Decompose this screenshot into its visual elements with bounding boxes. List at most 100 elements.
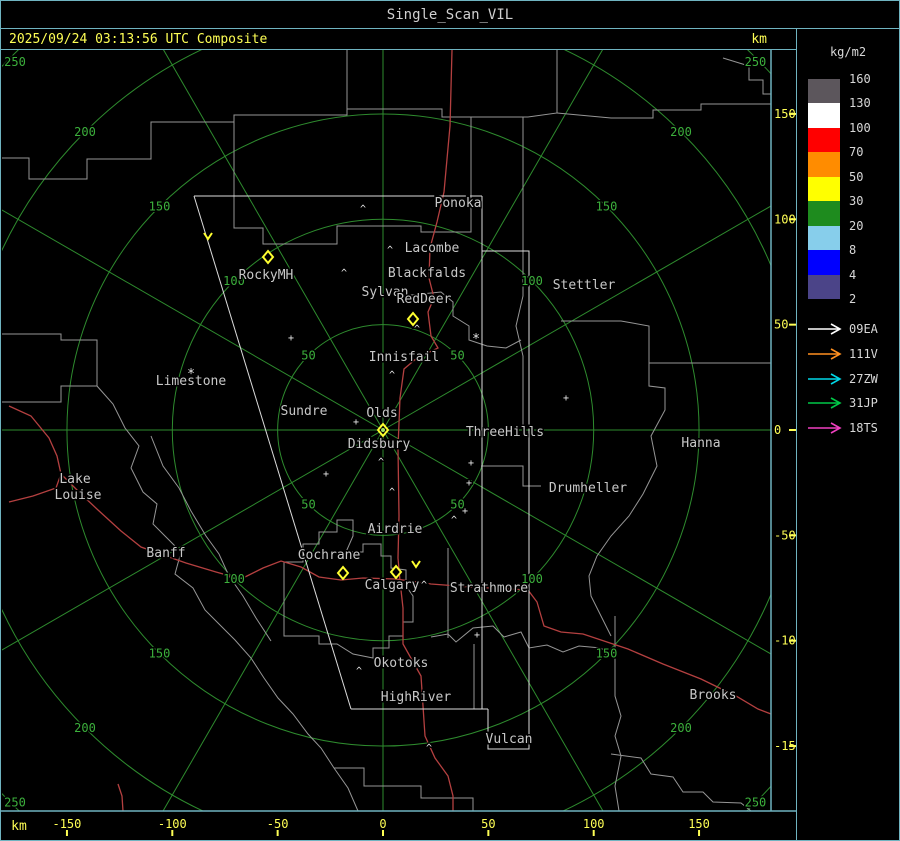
scale-value: 30 bbox=[849, 194, 864, 209]
city-label: Louise bbox=[55, 488, 102, 503]
city-label: RedDeer bbox=[397, 292, 452, 307]
track-arrow bbox=[806, 372, 846, 386]
ring-distance-label: 150 bbox=[596, 200, 618, 214]
town-caret-marker: ^ bbox=[387, 245, 393, 256]
city-label: Lake bbox=[59, 472, 90, 487]
scale-value: 70 bbox=[849, 145, 864, 160]
city-label: Vulcan bbox=[486, 732, 533, 747]
ring-distance-label: 150 bbox=[149, 646, 171, 660]
city-label: Olds bbox=[366, 406, 397, 421]
track-arrow bbox=[806, 396, 846, 410]
window-title: Single_Scan_VIL bbox=[386, 6, 514, 23]
ring-distance-label: 50 bbox=[301, 497, 315, 511]
city-label: Brooks bbox=[690, 688, 737, 703]
x-axis-tick-label: -100 bbox=[158, 817, 187, 831]
town-plus-marker: + bbox=[353, 417, 359, 428]
scale-value: 2 bbox=[849, 292, 857, 307]
scale-value: 130 bbox=[849, 96, 871, 111]
city-label: Airdrie bbox=[368, 522, 423, 537]
ring-distance-label: 200 bbox=[74, 721, 96, 735]
scale-swatch bbox=[808, 127, 840, 153]
city-label: Stettler bbox=[553, 278, 616, 293]
status-bar: 2025/09/24 03:13:56 UTC Composite km bbox=[1, 29, 796, 50]
scale-swatch bbox=[808, 274, 840, 300]
ring-distance-label: 200 bbox=[670, 125, 692, 139]
x-axis-unit-label: km bbox=[11, 819, 27, 834]
radar-viewer-window: Single_Scan_VIL 2025/09/24 03:13:56 UTC … bbox=[0, 0, 900, 841]
x-axis-tick-label: 0 bbox=[379, 817, 386, 831]
x-axis-tick-label: 150 bbox=[688, 817, 710, 831]
map-wrap: 50 50 50 50 100 100 100 100 150 150 150 150 200 200 20… bbox=[1, 50, 805, 840]
town-caret-marker: ^ bbox=[356, 666, 362, 677]
track-arrow bbox=[806, 347, 846, 361]
ring-distance-label: 200 bbox=[74, 125, 96, 139]
town-plus-marker: + bbox=[462, 506, 468, 517]
scale-swatch bbox=[808, 103, 840, 128]
scan-timestamp: 2025/09/24 03:13:56 UTC Composite bbox=[9, 31, 268, 47]
scale-value: 160 bbox=[849, 72, 871, 86]
scale-swatch bbox=[808, 176, 840, 202]
track-id: 111V bbox=[849, 346, 878, 361]
ring-distance-label: 150 bbox=[149, 200, 171, 214]
y-axis: 150100500-50-100-150 bbox=[773, 105, 805, 754]
ring-distance-label: 100 bbox=[521, 274, 543, 288]
scale-unit-label: kg/m2 bbox=[829, 45, 867, 59]
map-column: 2025/09/24 03:13:56 UTC Composite km 50 5… bbox=[1, 29, 805, 840]
town-caret-marker: ^ bbox=[426, 743, 432, 754]
town-caret-marker: ^ bbox=[421, 580, 427, 591]
ring-distance-label: 250 bbox=[745, 795, 767, 809]
ring-distance-label: 250 bbox=[4, 795, 26, 809]
y-axis-tick-label: 0 bbox=[774, 423, 781, 437]
scale-value: 100 bbox=[849, 120, 871, 135]
ring-distance-label: 100 bbox=[223, 572, 245, 586]
city-label: Blackfalds bbox=[388, 266, 466, 281]
city-label: ThreeHills bbox=[466, 425, 544, 440]
city-label: Banff bbox=[146, 546, 185, 561]
x-axis-tick-label: -150 bbox=[52, 817, 81, 831]
city-label: Limestone bbox=[156, 374, 227, 389]
radar-map-canvas[interactable]: 50 5050 50100 100100 100150 150150 150200 20020… bbox=[1, 50, 805, 836]
scale-swatch bbox=[808, 152, 840, 177]
town-asterisk-marker: * bbox=[472, 332, 480, 347]
track-id: 31JP bbox=[849, 396, 878, 411]
city-label: Ponoka bbox=[435, 196, 482, 211]
track-arrow-icon bbox=[808, 348, 842, 360]
content-row: 2025/09/24 03:13:56 UTC Composite km 50 5… bbox=[1, 29, 899, 840]
track-arrow bbox=[806, 322, 846, 336]
scale-swatch bbox=[808, 250, 840, 275]
track-arrow-icon bbox=[808, 397, 842, 410]
town-caret-marker: ^ bbox=[360, 204, 366, 215]
city-labels: PonokaLacombeBlackfaldsSylvanRedDeerStet… bbox=[53, 195, 738, 749]
town-plus-marker: + bbox=[474, 630, 480, 641]
ring-distance-label: 250 bbox=[4, 55, 26, 69]
city-label: Didsbury bbox=[348, 437, 411, 452]
track-id: 09EA bbox=[849, 322, 878, 336]
town-caret-marker: ^ bbox=[341, 268, 347, 279]
ring-distance-label: 50 bbox=[301, 349, 315, 363]
scale-swatch bbox=[808, 225, 840, 251]
city-label: Strathmore bbox=[450, 581, 528, 596]
scale-swatch bbox=[808, 201, 840, 226]
scale-value: 20 bbox=[849, 218, 864, 233]
city-label: Sundre bbox=[281, 404, 328, 419]
city-label: Cochrane bbox=[298, 548, 361, 563]
y-axis-tick-label: 50 bbox=[774, 318, 788, 332]
town-caret-marker: ^ bbox=[451, 515, 457, 526]
ring-distance-label: 250 bbox=[745, 55, 767, 69]
scale-swatch bbox=[808, 79, 840, 104]
town-plus-marker: + bbox=[288, 333, 294, 344]
track-arrow bbox=[806, 421, 846, 435]
window-titlebar: Single_Scan_VIL bbox=[1, 1, 899, 29]
x-axis-tick-label: -50 bbox=[267, 817, 289, 831]
x-axis: km -150 -100 -50 0 50 100 150 bbox=[10, 816, 711, 836]
town-caret-marker: ^ bbox=[389, 487, 395, 498]
scale-value: 4 bbox=[849, 267, 857, 282]
town-plus-marker: + bbox=[563, 393, 569, 404]
city-label: Innisfail bbox=[369, 350, 439, 365]
ring-distance-label: 200 bbox=[670, 721, 692, 735]
city-label: Drumheller bbox=[549, 481, 627, 496]
track-arrow-icon bbox=[808, 323, 842, 335]
scale-value: 8 bbox=[849, 243, 857, 258]
city-label: Lacombe bbox=[405, 241, 460, 256]
track-id: 18TS bbox=[849, 421, 878, 436]
